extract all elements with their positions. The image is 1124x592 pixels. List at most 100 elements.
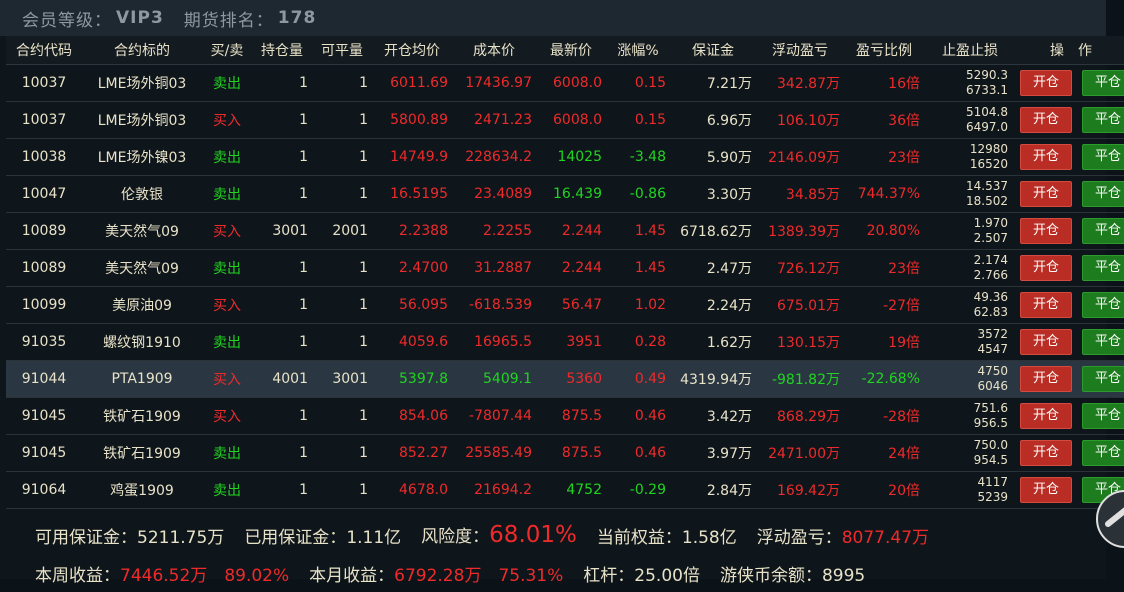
change-pct: 1.45 xyxy=(606,249,670,287)
pnl-ratio: -22.68% xyxy=(844,360,924,398)
column-header: 涨幅% xyxy=(606,36,670,65)
cost-price: 5409.1 xyxy=(452,360,536,398)
close-position-button[interactable]: 平仓 xyxy=(1082,403,1124,429)
change-pct: -0.86 xyxy=(606,175,670,213)
change-pct: 0.15 xyxy=(606,64,670,102)
position-qty: 1 xyxy=(252,471,312,509)
close-position-button[interactable]: 平仓 xyxy=(1082,440,1124,466)
change-pct: -3.48 xyxy=(606,138,670,176)
contract-name: LME场外铜03 xyxy=(82,101,202,139)
trade-side: 卖出 xyxy=(202,434,252,472)
equity-label: 当前权益： xyxy=(596,527,682,548)
table-row[interactable]: 10047 伦敦银 卖出 1 1 16.5195 23.4089 16.439 -0.86 3.3… xyxy=(6,175,1124,213)
open-avg-price: 854.06 xyxy=(372,397,452,435)
table-row[interactable]: 10037 LME场外铜03 卖出 1 1 6011.69 17436.97 6008.0 0.… xyxy=(6,64,1124,102)
table-row[interactable]: 10038 LME场外镍03 卖出 1 1 14749.9 228634.2 14025 -3.… xyxy=(6,138,1124,176)
open-position-button[interactable]: 开仓 xyxy=(1020,181,1072,207)
close-position-button[interactable]: 平仓 xyxy=(1082,218,1124,244)
float-pnl-value: 8077.47万 xyxy=(841,527,930,548)
open-position-button[interactable]: 开仓 xyxy=(1020,255,1072,281)
summary-line-2: 本周收益：7446.52万 89.02% 本月收益：6792.28万 75.31… xyxy=(35,554,949,592)
trade-side: 买入 xyxy=(202,286,252,324)
close-position-button[interactable]: 平仓 xyxy=(1082,292,1124,318)
leverage-value: 25.00倍 xyxy=(634,565,700,586)
month-income-value: 6792.28万 xyxy=(394,565,482,586)
summary-line-1: 可用保证金：5211.75万 已用保证金：1.11亿 风险度：68.01% 当前… xyxy=(35,516,949,554)
closable-qty: 1 xyxy=(312,64,372,102)
column-header: 浮动盈亏 xyxy=(756,36,844,65)
open-avg-price: 14749.9 xyxy=(372,138,452,176)
contract-code: 91045 xyxy=(6,397,82,435)
month-income-pct: 75.31% xyxy=(498,565,564,586)
margin: 3.42万 xyxy=(670,397,756,435)
table-row[interactable]: 10099 美原油09 买入 1 1 56.095 -618.539 56.47 1.02 2.2… xyxy=(6,286,1124,324)
close-position-button[interactable]: 平仓 xyxy=(1082,70,1124,96)
last-price: 875.5 xyxy=(536,434,606,472)
change-pct: 0.49 xyxy=(606,360,670,398)
open-position-button[interactable]: 开仓 xyxy=(1020,440,1072,466)
cost-price: 2471.23 xyxy=(452,101,536,139)
trade-side: 卖出 xyxy=(202,471,252,509)
last-price: 2.244 xyxy=(536,249,606,287)
table-row[interactable]: 10037 LME场外铜03 买入 1 1 5800.89 2471.23 6008.0 0.1… xyxy=(6,101,1124,139)
close-position-button[interactable]: 平仓 xyxy=(1082,255,1124,281)
open-avg-price: 2.2388 xyxy=(372,212,452,250)
open-position-button[interactable]: 开仓 xyxy=(1020,218,1072,244)
open-position-button[interactable]: 开仓 xyxy=(1020,477,1072,503)
stop-loss-value: 4750 xyxy=(977,364,1008,378)
contract-name: LME场外镍03 xyxy=(82,138,202,176)
cost-price: 21694.2 xyxy=(452,471,536,509)
contract-name: 螺纹钢1910 xyxy=(82,323,202,361)
leverage-label: 杠杆： xyxy=(583,565,635,586)
table-row[interactable]: 91045 铁矿石1909 买入 1 1 854.06 -7807.44 875.5 0.46 3… xyxy=(6,397,1124,435)
open-position-button[interactable]: 开仓 xyxy=(1020,144,1072,170)
stop-loss-value: 4117 xyxy=(977,475,1008,489)
closable-qty: 2001 xyxy=(312,212,372,250)
open-position-button[interactable]: 开仓 xyxy=(1020,366,1072,392)
table-row[interactable]: 10089 美天然气09 卖出 1 1 2.4700 31.2887 2.244 1.45 2.4… xyxy=(6,249,1124,287)
floating-pnl: 1389.39万 xyxy=(756,212,844,250)
trade-side: 卖出 xyxy=(202,323,252,361)
close-position-button[interactable]: 平仓 xyxy=(1082,181,1124,207)
position-qty: 1 xyxy=(252,286,312,324)
close-position-button[interactable]: 平仓 xyxy=(1082,107,1124,133)
table-body: 10037 LME场外铜03 卖出 1 1 6011.69 17436.97 6008.0 0.… xyxy=(6,64,1124,509)
margin: 3.30万 xyxy=(670,175,756,213)
row-actions: 开仓 平仓 xyxy=(1016,64,1124,102)
coin-balance-label: 游侠币余额： xyxy=(719,565,822,586)
last-price: 14025 xyxy=(536,138,606,176)
margin: 4319.94万 xyxy=(670,360,756,398)
table-row[interactable]: 10089 美天然气09 买入 3001 2001 2.2388 2.2255 2.244 1.… xyxy=(6,212,1124,250)
close-position-button[interactable]: 平仓 xyxy=(1082,329,1124,355)
table-row[interactable]: 91035 螺纹钢1910 卖出 1 1 4059.6 16965.5 3951 0.28 1.6… xyxy=(6,323,1124,361)
contract-name: 美天然气09 xyxy=(82,249,202,287)
close-position-button[interactable]: 平仓 xyxy=(1082,366,1124,392)
closable-qty: 3001 xyxy=(312,360,372,398)
cost-price: 23.4089 xyxy=(452,175,536,213)
open-avg-price: 4059.6 xyxy=(372,323,452,361)
cost-price: -7807.44 xyxy=(452,397,536,435)
table-row[interactable]: 91045 铁矿石1909 卖出 1 1 852.27 25585.49 875.5 0.46 3… xyxy=(6,434,1124,472)
open-position-button[interactable]: 开仓 xyxy=(1020,329,1072,355)
open-avg-price: 56.095 xyxy=(372,286,452,324)
scroll-up-icon xyxy=(1105,507,1124,527)
pnl-ratio: 23倍 xyxy=(844,249,924,287)
open-position-button[interactable]: 开仓 xyxy=(1020,292,1072,318)
change-pct: 0.28 xyxy=(606,323,670,361)
stop-limits: 3572 4547 xyxy=(924,323,1016,361)
open-position-button[interactable]: 开仓 xyxy=(1020,107,1072,133)
position-qty: 3001 xyxy=(252,212,312,250)
stop-limits: 14.537 18.502 xyxy=(924,175,1016,213)
row-actions: 开仓 平仓 xyxy=(1016,101,1124,139)
take-profit-value: 2.507 xyxy=(973,231,1008,245)
margin: 3.97万 xyxy=(670,434,756,472)
stop-limits: 12980 16520 xyxy=(924,138,1016,176)
table-row[interactable]: 91064 鸡蛋1909 卖出 1 1 4678.0 21694.2 4752 -0.29 2.8… xyxy=(6,471,1124,509)
row-actions: 开仓 平仓 xyxy=(1016,175,1124,213)
used-margin-value: 1.11亿 xyxy=(346,527,402,548)
close-position-button[interactable]: 平仓 xyxy=(1082,144,1124,170)
stop-loss-value: 3572 xyxy=(977,327,1008,341)
table-row[interactable]: 91044 PTA1909 买入 4001 3001 5397.8 5409.1 5360 0.… xyxy=(6,360,1124,398)
open-position-button[interactable]: 开仓 xyxy=(1020,70,1072,96)
open-position-button[interactable]: 开仓 xyxy=(1020,403,1072,429)
